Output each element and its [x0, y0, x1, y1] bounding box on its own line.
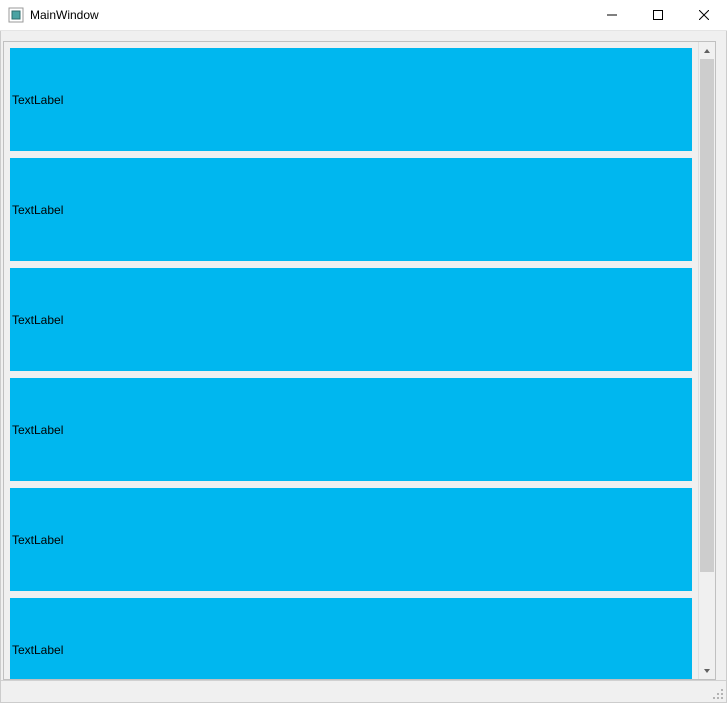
maximize-button[interactable]	[635, 0, 681, 31]
title-bar: MainWindow	[0, 0, 727, 31]
label-text: TextLabel	[12, 643, 63, 657]
text-label: TextLabel	[10, 488, 692, 591]
scroll-up-arrow-icon[interactable]	[699, 42, 715, 59]
label-text: TextLabel	[12, 313, 63, 327]
text-label: TextLabel	[10, 158, 692, 261]
app-icon	[8, 7, 24, 23]
scrollbar-thumb[interactable]	[700, 59, 714, 572]
scroll-content: TextLabel TextLabel TextLabel TextLabel …	[4, 42, 698, 679]
scroll-down-arrow-icon[interactable]	[699, 662, 715, 679]
size-grip-icon[interactable]	[710, 686, 724, 700]
scroll-viewport: TextLabel TextLabel TextLabel TextLabel …	[4, 42, 698, 679]
status-bar	[1, 680, 726, 702]
text-label: TextLabel	[10, 48, 692, 151]
vertical-scrollbar[interactable]	[698, 42, 715, 679]
text-label: TextLabel	[10, 378, 692, 481]
window-body: TextLabel TextLabel TextLabel TextLabel …	[0, 31, 727, 703]
text-label: TextLabel	[10, 268, 692, 371]
label-text: TextLabel	[12, 93, 63, 107]
text-label: TextLabel	[10, 598, 692, 679]
scroll-area: TextLabel TextLabel TextLabel TextLabel …	[3, 41, 716, 680]
window-title: MainWindow	[30, 8, 99, 22]
scrollbar-track[interactable]	[699, 59, 715, 662]
label-text: TextLabel	[12, 423, 63, 437]
minimize-button[interactable]	[589, 0, 635, 31]
label-text: TextLabel	[12, 203, 63, 217]
label-text: TextLabel	[12, 533, 63, 547]
close-button[interactable]	[681, 0, 727, 31]
